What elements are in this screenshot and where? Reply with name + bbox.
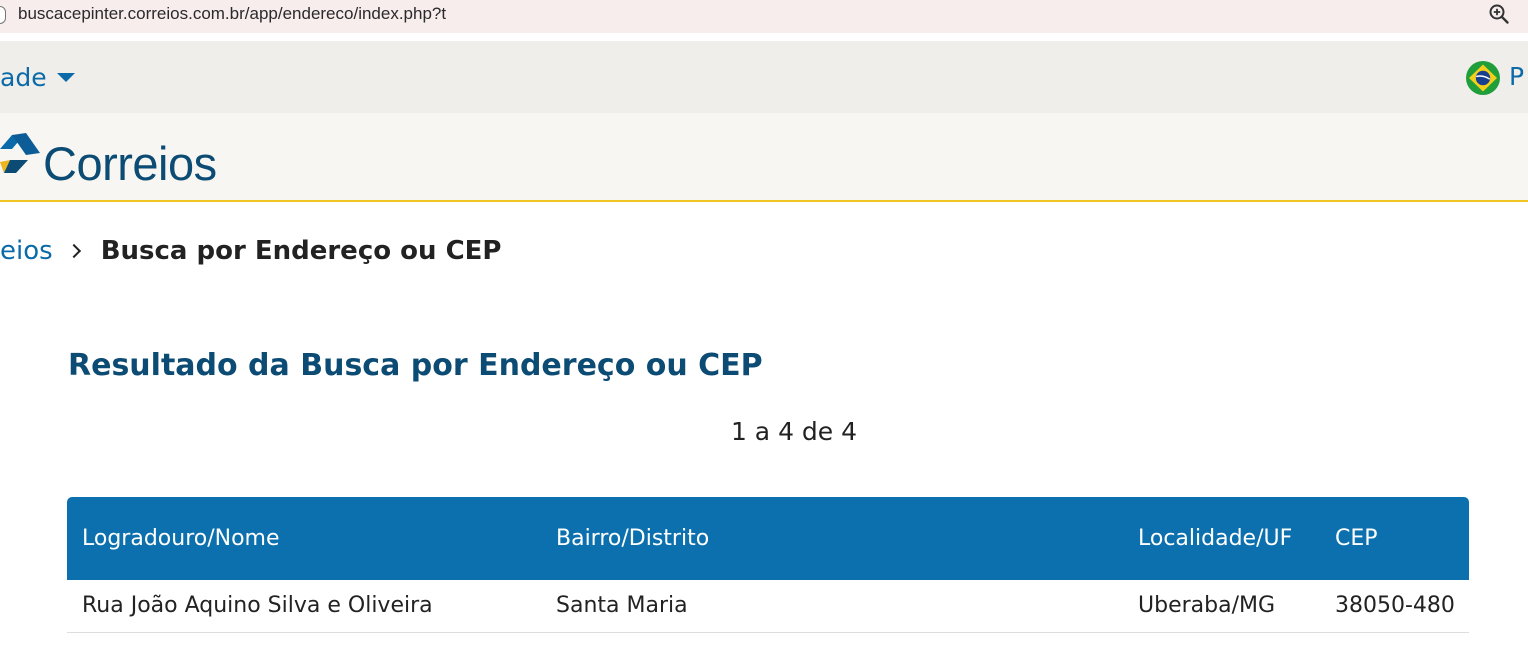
breadcrumb: eios Busca por Endereço ou CEP xyxy=(0,236,501,276)
zoom-in-icon[interactable] xyxy=(1488,3,1510,25)
cell-logradouro: Rua João Aquino Silva e Oliveira xyxy=(82,593,433,618)
site-info-icon[interactable] xyxy=(0,6,6,24)
browser-divider xyxy=(0,33,1528,41)
chevron-down-icon xyxy=(56,72,75,82)
cell-cep: 38050-480 xyxy=(1335,593,1455,618)
url-text[interactable]: buscacepinter.correios.com.br/app/endere… xyxy=(18,4,446,24)
correios-logo-icon[interactable] xyxy=(0,129,42,185)
column-header-bairro: Bairro/Distrito xyxy=(556,526,710,551)
column-header-cep: CEP xyxy=(1335,526,1378,551)
table-header: Logradouro/Nome Bairro/Distrito Localida… xyxy=(67,497,1469,580)
correios-logo-text[interactable]: Correios xyxy=(43,136,217,191)
address-bar[interactable]: buscacepinter.correios.com.br/app/endere… xyxy=(0,0,1528,33)
table-row: Rua João Aquino Silva e Oliveira Santa M… xyxy=(67,580,1469,633)
accessibility-menu[interactable]: ade xyxy=(0,63,75,92)
page-title: Resultado da Busca por Endereço ou CEP xyxy=(68,348,763,383)
breadcrumb-current: Busca por Endereço ou CEP xyxy=(100,236,502,266)
cell-localidade: Uberaba/MG xyxy=(1138,593,1276,618)
header: Correios xyxy=(0,113,1528,202)
result-count: 1 a 4 de 4 xyxy=(730,417,858,446)
cell-bairro: Santa Maria xyxy=(556,593,688,618)
chevron-right-icon xyxy=(66,243,81,259)
accessibility-menu-label: ade xyxy=(0,63,47,92)
breadcrumb-home-link[interactable]: eios xyxy=(0,236,53,266)
brazil-flag-icon xyxy=(1466,61,1500,95)
utility-bar: ade P xyxy=(0,41,1528,113)
column-header-localidade: Localidade/UF xyxy=(1138,526,1293,551)
column-header-logradouro: Logradouro/Nome xyxy=(82,526,280,551)
results-table: Logradouro/Nome Bairro/Distrito Localida… xyxy=(67,497,1469,633)
language-label: P xyxy=(1509,62,1525,91)
